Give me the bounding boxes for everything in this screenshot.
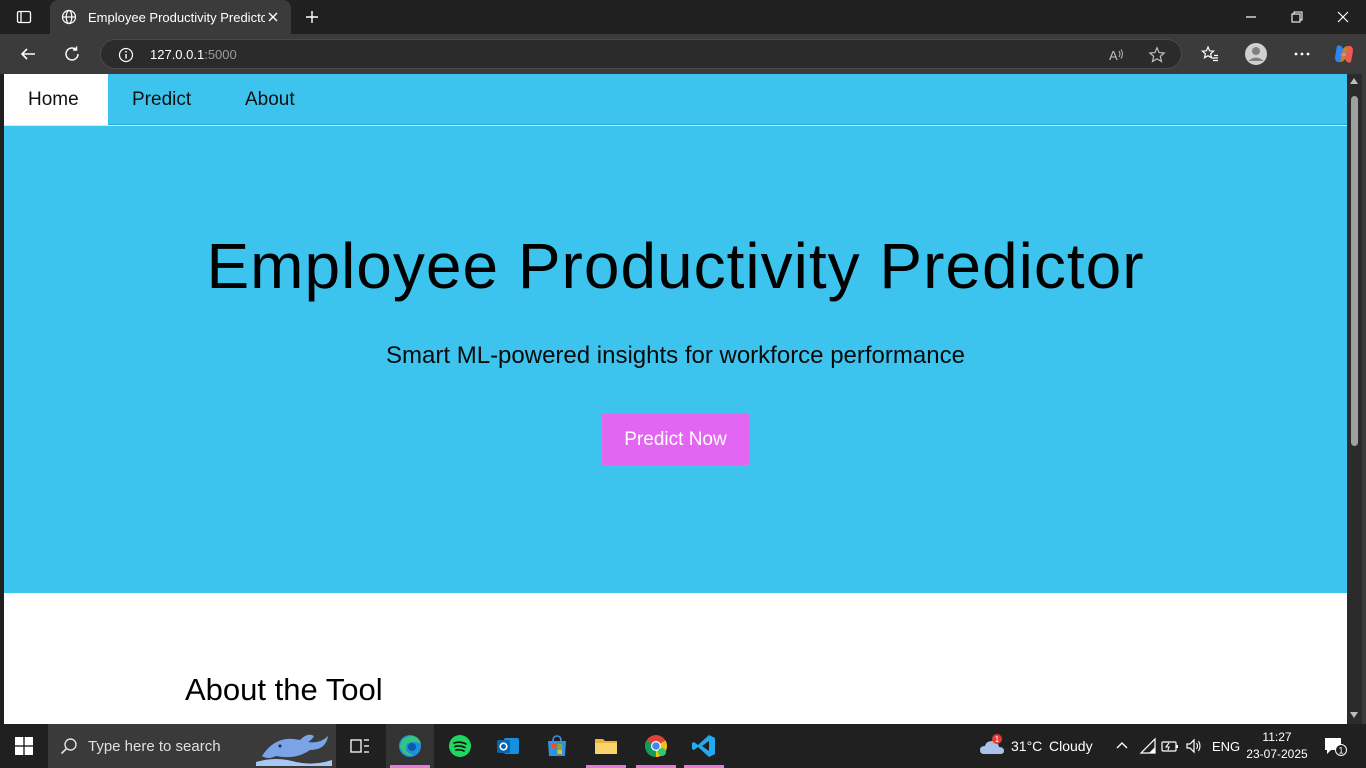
url-host: 127.0.0.1 xyxy=(150,47,205,62)
window-edge xyxy=(1362,74,1366,724)
windows-taskbar: Type here to search 1 31°C Cloudy ENG 11… xyxy=(0,724,1366,768)
weather-temp[interactable]: 31°C xyxy=(1011,724,1042,768)
weather-text[interactable]: Cloudy xyxy=(1049,724,1093,768)
outlook-app-icon[interactable] xyxy=(484,724,532,768)
system-clock[interactable]: 11:27 23-07-2025 xyxy=(1236,729,1318,763)
windows-start-icon[interactable] xyxy=(0,724,48,768)
search-icon xyxy=(60,737,78,755)
new-tab-icon[interactable] xyxy=(300,7,324,27)
clock-date: 23-07-2025 xyxy=(1246,747,1308,761)
chevron-up-icon[interactable] xyxy=(1112,736,1132,756)
search-placeholder: Type here to search xyxy=(88,737,221,755)
back-icon[interactable] xyxy=(14,40,42,68)
read-aloud-icon[interactable]: A xyxy=(1107,45,1127,65)
volume-icon[interactable] xyxy=(1184,736,1204,756)
hero-subtitle: Smart ML-powered insights for workforce … xyxy=(386,342,965,369)
chrome-app-icon[interactable] xyxy=(632,724,680,768)
favorites-icon[interactable] xyxy=(1196,40,1224,68)
restore-icon[interactable] xyxy=(1274,0,1320,34)
clock-time: 11:27 xyxy=(1262,730,1292,744)
file-explorer-icon[interactable] xyxy=(582,724,630,768)
url-text[interactable]: 127.0.0.1:5000 xyxy=(150,47,237,62)
predict-now-button[interactable]: Predict Now xyxy=(602,414,749,465)
hero-section: Employee Productivity Predictor Smart ML… xyxy=(4,126,1347,593)
profile-avatar-icon[interactable] xyxy=(1242,40,1270,68)
weather-cloud-icon[interactable]: 1 xyxy=(979,734,1005,758)
weather-badge: 1 xyxy=(995,735,1000,744)
notification-count: 1 xyxy=(1338,746,1343,756)
page-viewport: Home Predict About Employee Productivity… xyxy=(4,74,1347,724)
close-window-icon[interactable] xyxy=(1320,0,1366,34)
nav-about[interactable]: About xyxy=(245,74,295,125)
more-menu-icon[interactable] xyxy=(1288,40,1316,68)
globe-icon xyxy=(60,8,78,26)
battery-icon[interactable] xyxy=(1160,736,1180,756)
vscode-app-icon[interactable] xyxy=(680,724,728,768)
hero-title: Employee Productivity Predictor xyxy=(206,230,1145,302)
network-icon[interactable] xyxy=(1138,736,1158,756)
microsoft-store-icon[interactable] xyxy=(533,724,581,768)
task-view-icon[interactable] xyxy=(336,724,384,768)
refresh-icon[interactable] xyxy=(58,40,86,68)
svg-text:A: A xyxy=(1109,48,1118,63)
scroll-up-arrow-icon[interactable] xyxy=(1350,78,1358,84)
tab-actions-icon[interactable] xyxy=(10,7,38,27)
search-highlight-dolphin-icon xyxy=(256,734,332,766)
browser-title-bar: Employee Productivity Predictor xyxy=(0,0,1366,34)
spotify-app-icon[interactable] xyxy=(436,724,484,768)
about-heading: About the Tool xyxy=(185,672,383,707)
copilot-icon[interactable] xyxy=(1330,40,1358,68)
edge-app-icon[interactable] xyxy=(386,724,434,768)
scroll-thumb[interactable] xyxy=(1351,96,1358,446)
tab-title: Employee Productivity Predictor xyxy=(88,9,265,25)
url-port: :5000 xyxy=(204,47,237,62)
site-navbar: Home Predict About xyxy=(4,74,1347,125)
favorite-star-icon[interactable] xyxy=(1147,45,1167,65)
address-bar[interactable]: 127.0.0.1:5000 A xyxy=(100,39,1182,69)
nav-predict[interactable]: Predict xyxy=(132,74,191,125)
browser-tab[interactable]: Employee Productivity Predictor xyxy=(50,0,291,34)
tab-close-icon[interactable] xyxy=(265,9,281,25)
nav-home[interactable]: Home xyxy=(4,74,108,125)
site-info-icon[interactable] xyxy=(117,46,135,64)
browser-toolbar: 127.0.0.1:5000 A xyxy=(0,34,1366,74)
page-scrollbar[interactable] xyxy=(1347,74,1362,724)
notification-center-icon[interactable]: 1 xyxy=(1323,735,1347,757)
taskbar-search[interactable]: Type here to search xyxy=(48,724,336,768)
scroll-down-arrow-icon[interactable] xyxy=(1350,712,1358,718)
minimize-icon[interactable] xyxy=(1228,0,1274,34)
